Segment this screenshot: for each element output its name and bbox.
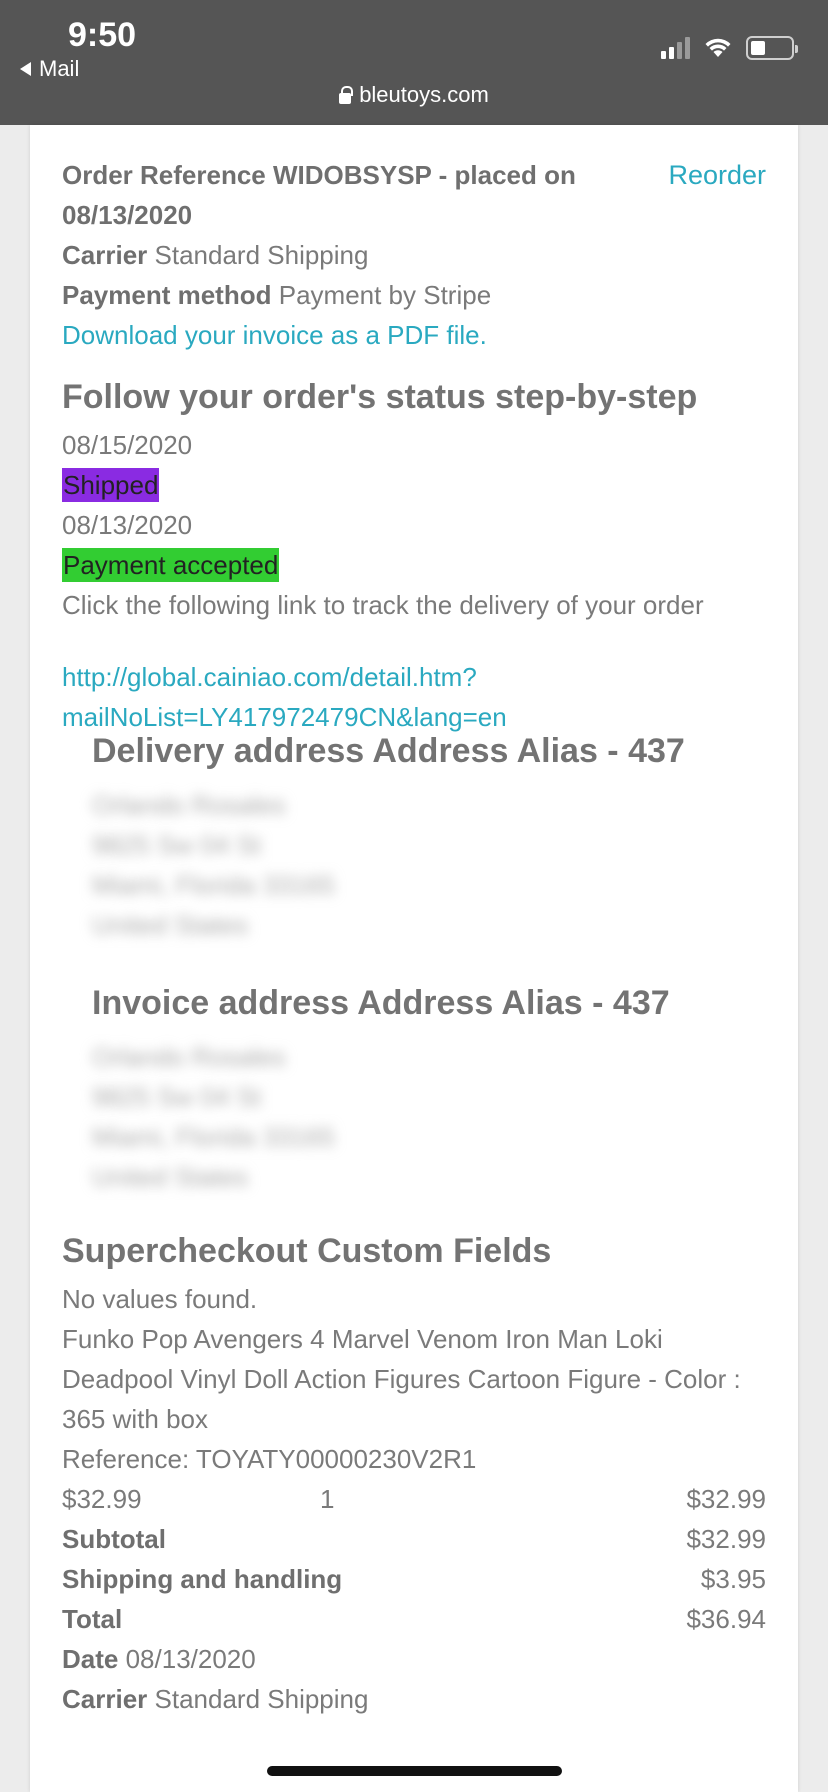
date-label: Date: [62, 1644, 119, 1674]
payment-label: Payment method: [62, 280, 272, 310]
shipping-row: Shipping and handling $3.95: [62, 1559, 766, 1599]
invoice-address-line: Orlando Rosales: [92, 1042, 286, 1072]
tracking-link[interactable]: http://global.cainiao.com/detail.htm? ma…: [62, 657, 766, 737]
carrier-summary-row: Carrier Standard Shipping: [62, 1679, 766, 1719]
invoice-address-title: Invoice address Address Alias - 437: [92, 984, 670, 1022]
subtotal-row: Subtotal $32.99: [62, 1519, 766, 1559]
product-reference: Reference: TOYATY00000230V2R1: [62, 1444, 477, 1474]
back-arrow-icon: [20, 62, 31, 76]
total-value: $36.94: [686, 1604, 766, 1634]
carrier-row: Carrier Standard Shipping: [62, 235, 766, 275]
carrier-summary-label: Carrier: [62, 1684, 148, 1714]
wifi-icon: [705, 38, 731, 57]
shipping-value: $3.95: [700, 1564, 766, 1594]
reorder-link[interactable]: Reorder: [668, 155, 766, 195]
status-section-title: Follow your order's status step-by-step: [62, 378, 698, 416]
payment-row: Payment method Payment by Stripe: [62, 275, 766, 315]
lock-icon: [339, 85, 354, 104]
order-detail-content: Reorder Order Reference WIDOBSYSP - plac…: [62, 155, 766, 1719]
carrier-value: Standard Shipping: [154, 240, 369, 270]
product-unit-price: $32.99: [62, 1484, 142, 1514]
subtotal-value: $32.99: [686, 1524, 766, 1554]
custom-fields-empty: No values found.: [62, 1284, 258, 1314]
back-label: Mail: [39, 56, 80, 81]
date-row: Date 08/13/2020: [62, 1639, 766, 1679]
product-line: $32.99 1 $32.99: [62, 1479, 766, 1519]
status-icons: [661, 36, 798, 60]
subtotal-label: Subtotal: [62, 1524, 166, 1554]
delivery-address-line: United States: [92, 910, 249, 940]
invoice-address-block: Invoice address Address Alias - 437 Orla…: [92, 981, 766, 1197]
total-row: Total $36.94: [62, 1599, 766, 1639]
product-name: Funko Pop Avengers 4 Marvel Venom Iron M…: [62, 1324, 741, 1434]
invoice-address-line: Miami, Florida 33165: [92, 1122, 335, 1152]
delivery-address-line: 9825 Sw 04 St: [92, 830, 262, 860]
url-text: bleutoys.com: [359, 82, 489, 107]
download-invoice-link[interactable]: Download your invoice as a PDF file.: [62, 315, 766, 355]
invoice-address-line: United States: [92, 1162, 249, 1192]
carrier-label: Carrier: [62, 240, 148, 270]
product-quantity: 1: [320, 1484, 335, 1514]
back-to-mail-button[interactable]: Mail: [20, 56, 79, 82]
order-detail-card: Reorder Order Reference WIDOBSYSP - plac…: [30, 125, 798, 1792]
tracking-link-line-1: http://global.cainiao.com/detail.htm?: [62, 662, 477, 692]
delivery-address-line: Miami, Florida 33165: [92, 870, 335, 900]
date-value: 08/13/2020: [125, 1644, 256, 1674]
tracking-instructions: Click the following link to track the de…: [62, 590, 704, 620]
delivery-address-block: Delivery address Address Alias - 437 Orl…: [92, 729, 766, 945]
custom-fields-title: Supercheckout Custom Fields: [62, 1232, 552, 1270]
payment-value: Payment by Stripe: [278, 280, 492, 310]
home-indicator[interactable]: [267, 1766, 562, 1776]
address-bar[interactable]: bleutoys.com: [0, 82, 828, 108]
delivery-address-title: Delivery address Address Alias - 437: [92, 732, 685, 770]
order-reference: Order Reference WIDOBSYSP - placed on 08…: [62, 160, 576, 230]
status-badge-shipped: Shipped: [62, 468, 160, 502]
clock-time: 9:50: [68, 16, 137, 54]
invoice-address-line: 9825 Sw 04 St: [92, 1082, 262, 1112]
carrier-summary-value: Standard Shipping: [154, 1684, 369, 1714]
product-line-total: $32.99: [686, 1484, 766, 1514]
cellular-signal-icon: [661, 37, 690, 59]
browser-status-bar: 9:50 Mail bleutoys.com: [0, 0, 828, 125]
total-label: Total: [62, 1604, 123, 1634]
status-history-date-1: 08/15/2020: [62, 430, 193, 460]
shipping-label: Shipping and handling: [62, 1564, 343, 1594]
status-badge-payment-accepted: Payment accepted: [62, 548, 280, 582]
delivery-address-line: Orlando Rosales: [92, 790, 286, 820]
battery-icon: [746, 36, 798, 60]
status-history-date-2: 08/13/2020: [62, 510, 193, 540]
